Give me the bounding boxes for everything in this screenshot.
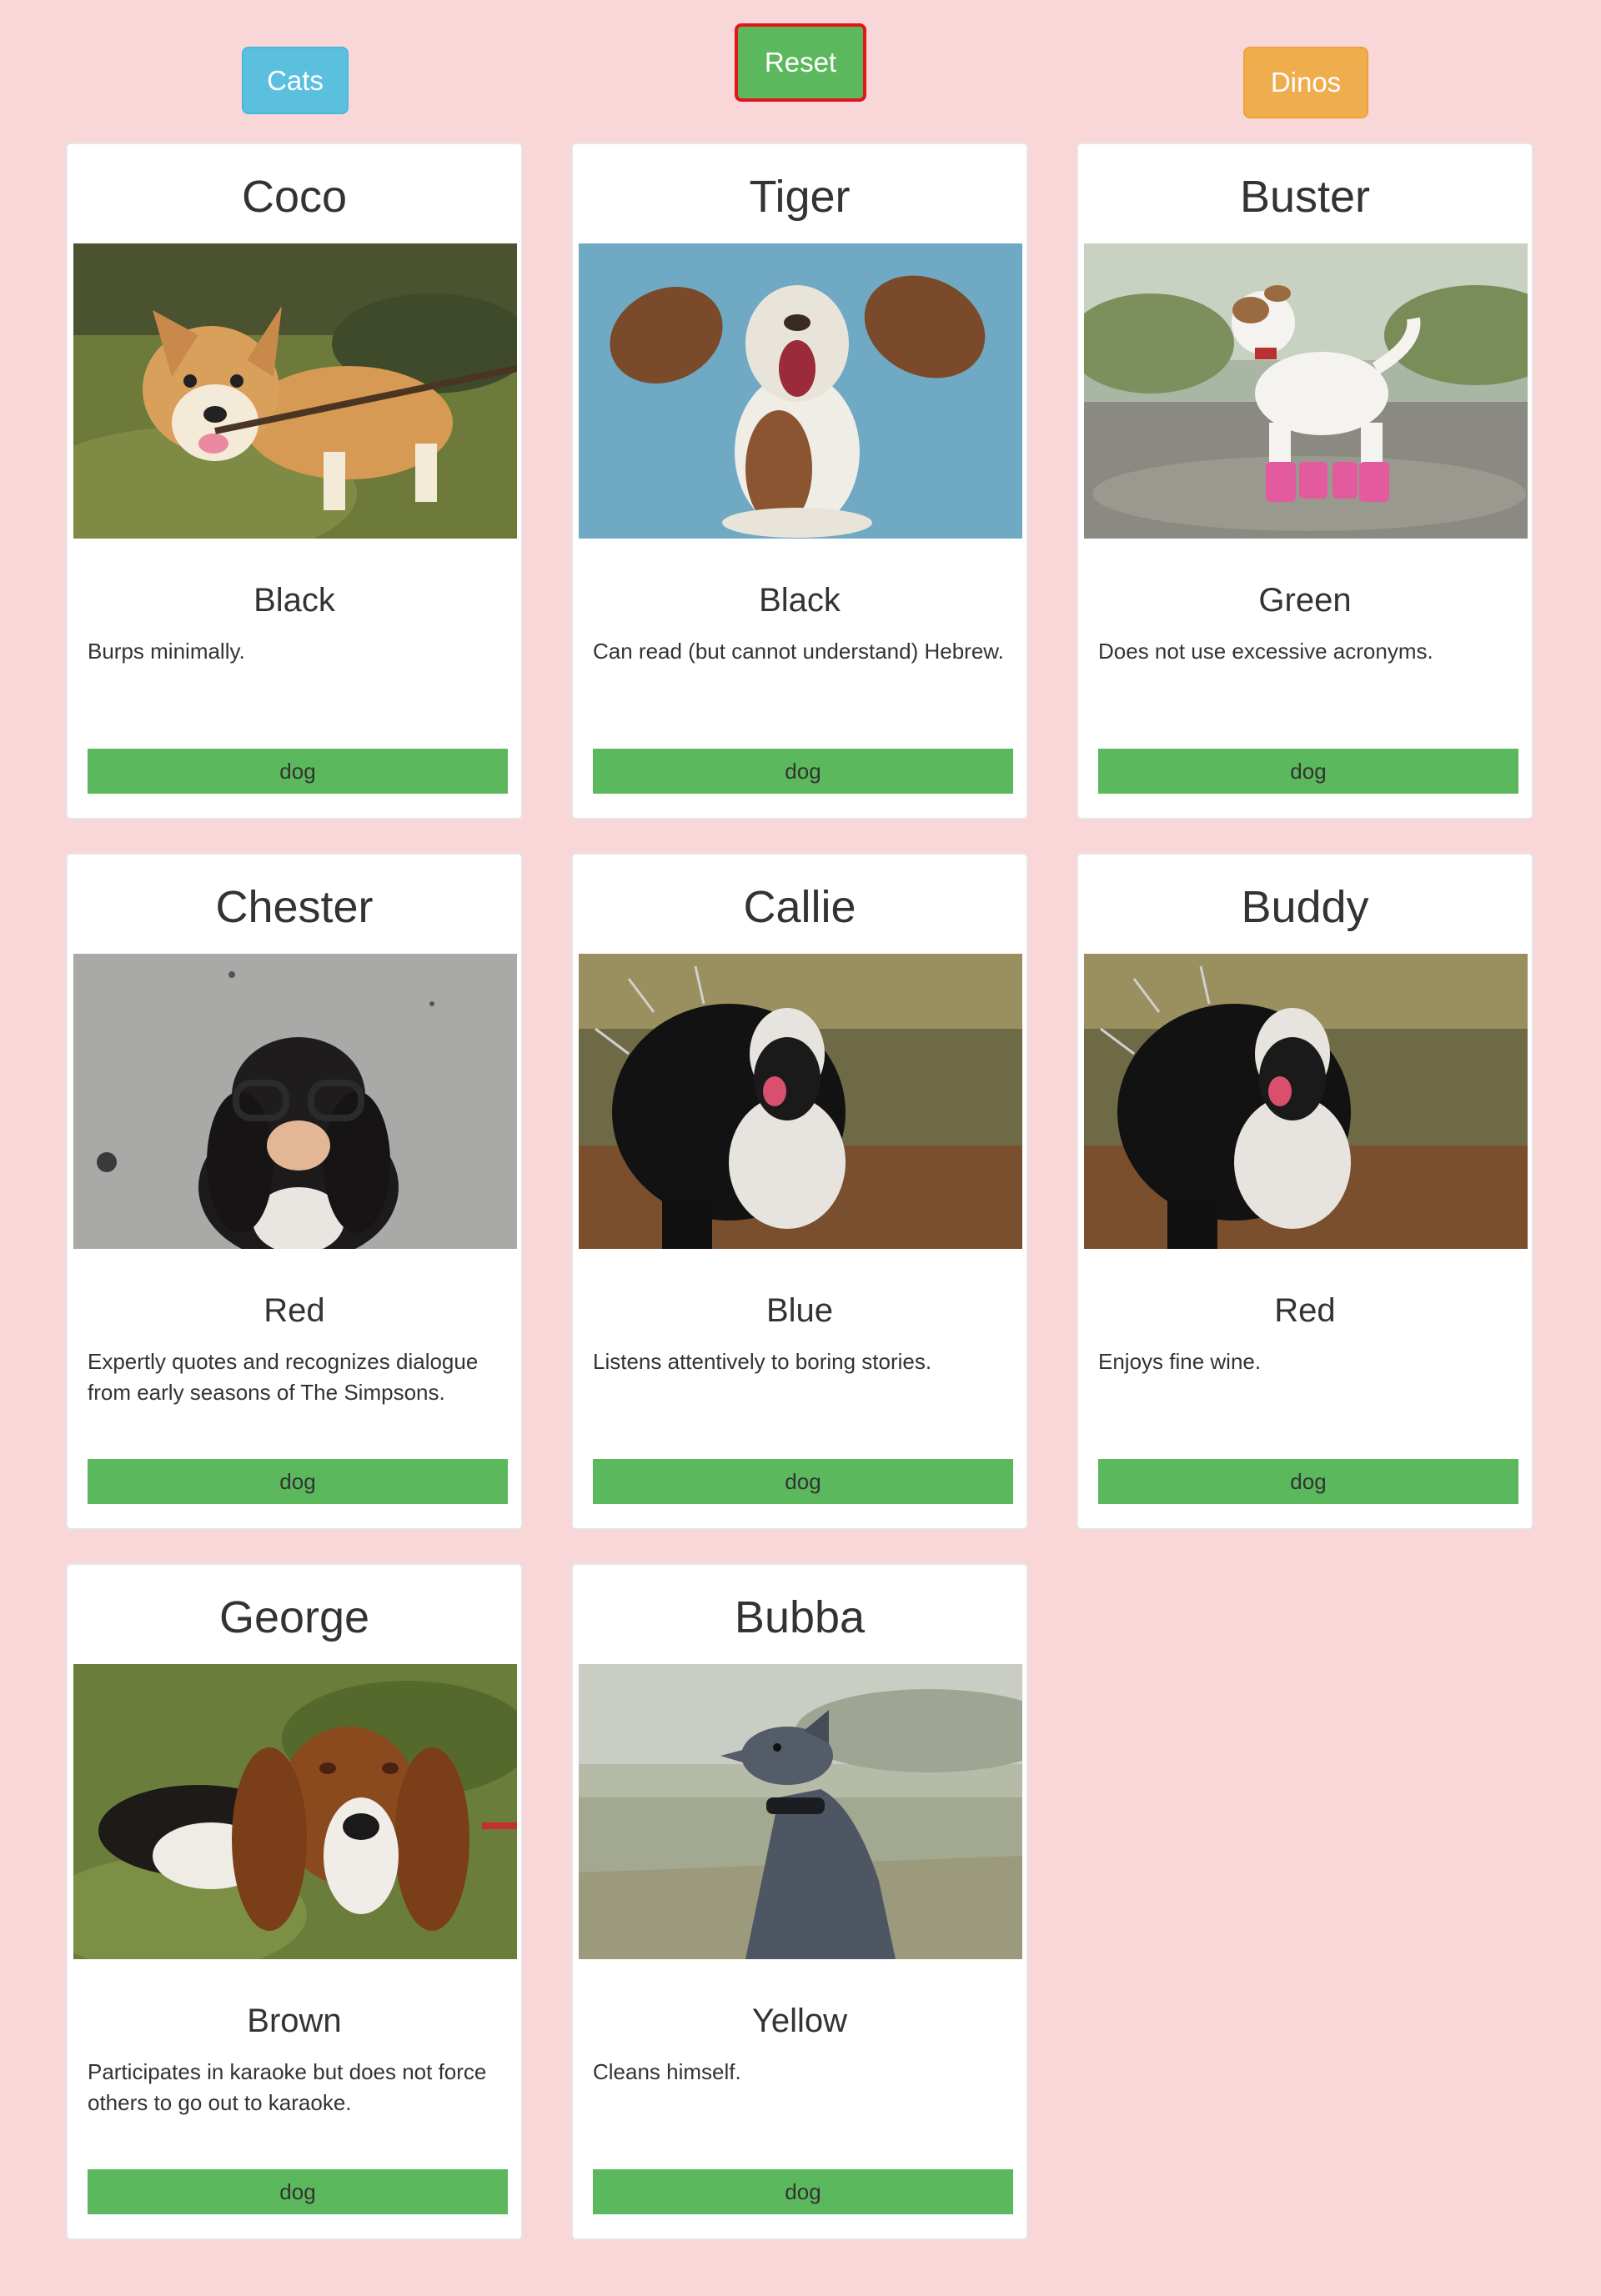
pet-color: Blue [765,1292,834,1329]
pet-card: Chester Red Expertly quotes and recogniz… [66,853,523,1530]
pet-photo [1084,954,1528,1249]
dinos-filter-button[interactable]: Dinos [1243,47,1368,118]
pet-card: Buster Green Does not use excessive acro… [1077,143,1533,820]
pet-card: Buddy Red Enjoys fine wine. dog [1077,853,1533,1530]
pet-name: George [218,1592,370,1642]
pet-description: Burps minimally. [88,639,245,664]
pet-card: Bubba Yellow Cleans himself. dog [571,1563,1028,2240]
pet-name: Chester [215,882,374,932]
pet-type-tag: dog [1098,1459,1518,1504]
pet-description: Participates in karaoke but does not for… [88,2059,487,2115]
pet-card: Callie Blue Listens attentively to borin… [571,853,1028,1530]
pet-photo [73,243,517,539]
pet-description: Enjoys fine wine. [1098,1349,1262,1374]
pet-description: Expertly quotes and recognizes dialogue … [88,1349,479,1405]
pet-photo [579,954,1022,1249]
pet-photo [73,954,517,1249]
cats-filter-button[interactable]: Cats [242,47,349,114]
pet-photo [1084,243,1528,539]
pet-color: Red [263,1292,325,1329]
pet-card: Coco Black Burps minimally. dog [66,143,523,820]
pet-color: Black [253,582,335,619]
pet-color: Brown [247,2003,342,2039]
pet-type-tag: dog [88,749,508,794]
pet-type-tag: dog [593,1459,1013,1504]
reset-button[interactable]: Reset [735,23,866,102]
pet-photo [579,243,1022,539]
pet-name: Tiger [749,172,851,222]
pet-name: Buddy [1241,882,1369,932]
pet-color: Black [759,582,841,619]
pet-card: George Brown Participates in karaoke but… [66,1563,523,2240]
pet-name: Bubba [734,1592,866,1642]
pet-type-tag: dog [593,749,1013,794]
pet-description: Cleans himself. [593,2059,741,2084]
pet-description: Can read (but cannot understand) Hebrew. [593,639,1004,664]
pet-type-tag: dog [593,2169,1013,2214]
pet-type-tag: dog [88,2169,508,2214]
pet-description: Does not use excessive acronyms. [1098,639,1433,664]
pet-description: Listens attentively to boring stories. [593,1349,932,1374]
pet-name: Callie [743,882,856,932]
pet-card: Tiger Black Can read (but cannot underst… [571,143,1028,820]
pet-type-tag: dog [88,1459,508,1504]
pet-color: Green [1258,582,1352,619]
pet-photo [73,1664,517,1959]
pet-type-tag: dog [1098,749,1518,794]
pet-name: Coco [241,172,348,222]
pet-color: Yellow [751,2003,848,2039]
pet-photo [579,1664,1022,1959]
pet-color: Red [1274,1292,1336,1329]
pet-name: Buster [1239,172,1371,222]
